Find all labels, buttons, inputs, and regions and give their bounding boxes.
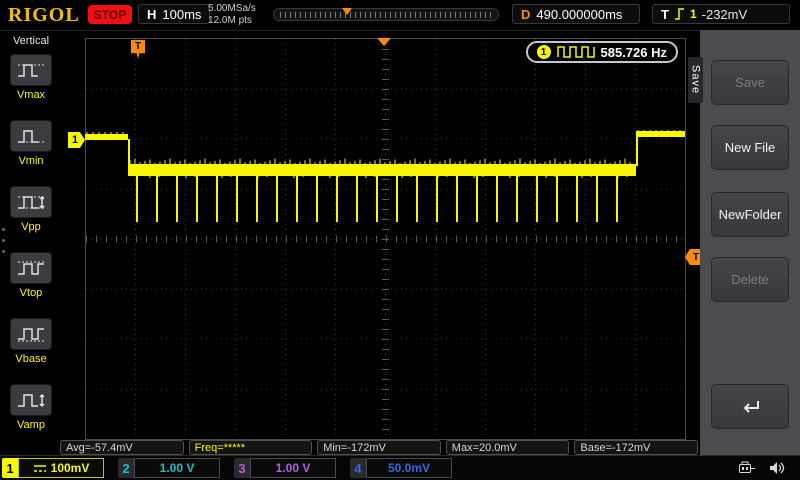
delay-value: 490.000000ms — [536, 6, 623, 22]
min-measurement: Min=-172mV — [317, 440, 441, 455]
rigol-logo: RIGOL — [8, 4, 80, 26]
delay-readout: D 490.000000ms — [512, 4, 640, 24]
delay-label: D — [521, 6, 531, 22]
sidebar-item-vamp[interactable]: Vamp — [0, 379, 62, 445]
menu-title-tab: Save — [688, 57, 703, 103]
new-file-button[interactable]: New File — [711, 125, 789, 170]
waveform-display: T 1 585.726 Hz — [85, 38, 686, 440]
sample-rate: 5.00MSa/s — [208, 3, 256, 14]
channel-4-status[interactable]: 4 50.0mV — [350, 458, 452, 478]
trigger-readout: T 1 -232mV — [652, 4, 790, 24]
dc-coupling-icon — [33, 464, 46, 472]
system-status-icons — [738, 460, 800, 476]
channel-2-badge: 2 — [118, 458, 134, 478]
delete-button[interactable]: Delete — [711, 257, 789, 302]
channel-3-status[interactable]: 3 1.00 V — [234, 458, 336, 478]
vbase-icon — [18, 328, 44, 342]
channel-4-badge: 4 — [350, 458, 366, 478]
graticule — [85, 38, 686, 440]
measurement-results-bar: Avg=-57.4mV Freq=***** Min=-172mV Max=20… — [60, 440, 698, 455]
vamp-button[interactable] — [10, 384, 52, 416]
vamp-icon — [18, 393, 45, 408]
top-status-bar: RIGOL STOP H 100ms 5.00MSa/s 12.0M pts D… — [0, 0, 800, 31]
menu-scroll-indicator — [2, 228, 6, 253]
channel-1-scale: 100mV — [18, 458, 104, 478]
usb-icon — [739, 461, 755, 473]
memory-depth: 12.0M pts — [208, 15, 252, 26]
save-button[interactable]: Save — [711, 60, 789, 105]
horizontal-position-bar[interactable] — [273, 8, 499, 21]
horizontal-label: H — [147, 6, 157, 22]
vmin-icon — [18, 130, 44, 143]
sidebar-item-vtop[interactable]: Vtop — [0, 247, 62, 313]
avg-measurement: Avg=-57.4mV — [60, 440, 184, 455]
trigger-position-marker[interactable] — [342, 8, 352, 15]
return-arrow-icon — [743, 400, 759, 413]
frequency-counter: 1 585.726 Hz — [525, 41, 678, 63]
sidebar-item-vbase[interactable]: Vbase — [0, 313, 62, 379]
trigger-level-marker[interactable]: T — [685, 249, 701, 265]
sidebar-item-label: Vtop — [19, 287, 43, 299]
screen-center-trigger-marker — [377, 38, 391, 46]
trigger-level-value: -232mV — [701, 6, 748, 22]
max-measurement: Max=20.0mV — [445, 440, 570, 455]
sidebar-item-vmax[interactable]: Vmax — [0, 49, 62, 115]
channel-4-scale: 50.0mV — [366, 458, 452, 478]
beeper-icon — [770, 462, 785, 474]
sidebar-item-vpp[interactable]: Vpp — [0, 181, 62, 247]
ch1-trace — [85, 130, 685, 222]
ch1-level-marker[interactable]: 1 — [68, 132, 85, 148]
vpp-button[interactable] — [10, 186, 52, 218]
vertical-measure-menu: Vertical Vmax Vmin Vpp Vtop Vbase Vamp — [0, 30, 62, 455]
sidebar-item-vmin[interactable]: Vmin — [0, 115, 62, 181]
vbase-button[interactable] — [10, 318, 52, 350]
scope-canvas — [85, 38, 686, 440]
vtop-icon — [18, 261, 44, 275]
vmin-button[interactable] — [10, 120, 52, 152]
channel-3-badge: 3 — [234, 458, 250, 478]
channel-2-status[interactable]: 2 1.00 V — [118, 458, 220, 478]
channel-status-bar: 1 100mV 2 1.00 V 3 1.00 V 4 50.0mV — [0, 455, 800, 480]
acquisition-readout: 5.00MSa/s 12.0M pts — [208, 3, 256, 27]
trigger-label: T — [661, 6, 669, 22]
square-wave-icon — [556, 46, 595, 58]
sidebar-item-label: Vmax — [16, 89, 46, 101]
softkey-menu-panel: Save New File NewFolder Delete — [700, 30, 800, 455]
base-measurement: Base=-172mV — [574, 440, 698, 455]
channel-2-scale: 1.00 V — [134, 458, 220, 478]
channel-1-status[interactable]: 1 100mV — [2, 458, 104, 478]
sidebar-item-label: Vbase — [15, 353, 47, 365]
sidebar-item-label: Vpp — [21, 221, 41, 233]
vmax-icon — [18, 64, 44, 77]
channel-1-badge: 1 — [2, 458, 18, 478]
counter-channel-badge: 1 — [536, 45, 551, 59]
counter-value: 585.726 Hz — [600, 44, 668, 60]
run-state-badge[interactable]: STOP — [88, 5, 132, 24]
sidebar-title: Vertical — [12, 35, 50, 47]
trigger-source: 1 — [689, 7, 697, 21]
vmax-button[interactable] — [10, 54, 52, 86]
freq-measurement: Freq=***** — [188, 440, 313, 455]
channel-3-scale: 1.00 V — [250, 458, 336, 478]
sidebar-item-label: Vmin — [18, 155, 44, 167]
vtop-button[interactable] — [10, 252, 52, 284]
rising-edge-icon — [674, 8, 684, 20]
vpp-icon — [18, 195, 45, 210]
back-button[interactable] — [711, 384, 789, 429]
timebase-value: 100ms — [162, 6, 202, 22]
sidebar-item-label: Vamp — [17, 419, 45, 431]
new-folder-button[interactable]: NewFolder — [711, 192, 789, 237]
horizontal-timebase-readout: H 100ms — [138, 4, 211, 24]
oscilloscope-screen: { "top_bar": { "logo": "RIGOL", "run_sta… — [0, 0, 800, 480]
